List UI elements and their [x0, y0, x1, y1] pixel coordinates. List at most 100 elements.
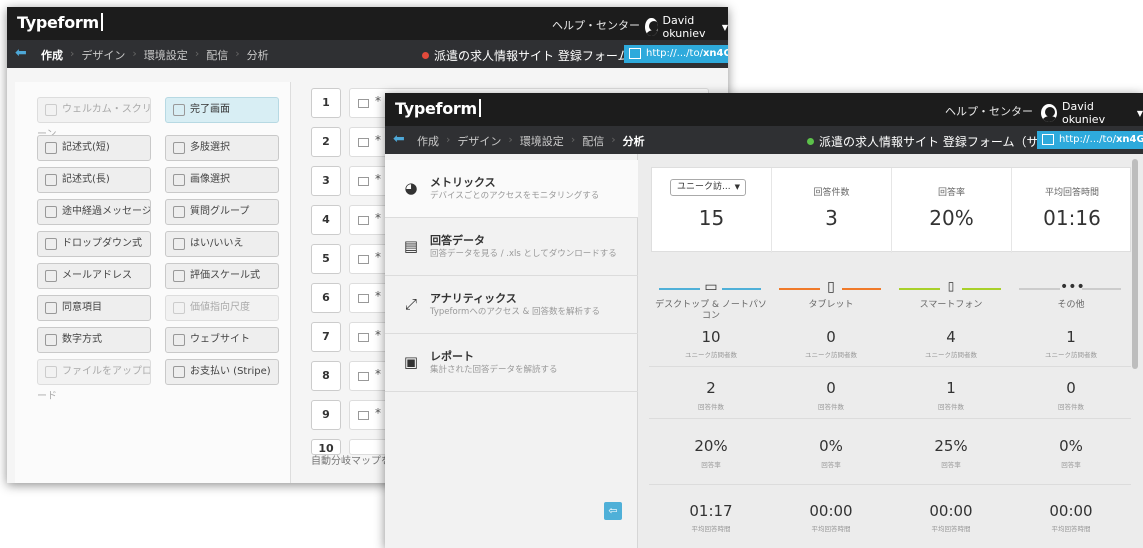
crumb-settings[interactable]: 環境設定 [520, 133, 564, 149]
stat-label: 回答件数 [938, 403, 964, 411]
stat-label: ユニーク訪問者数 [925, 351, 977, 359]
help-center-link[interactable]: ヘルプ・センター [945, 103, 1033, 119]
question-type-welcome[interactable]: ウェルカム・スクリ [37, 97, 151, 123]
summary-value: 01:16 [1043, 206, 1101, 230]
summary-unique-visitors: ユニーク訪... ▼ 15 [652, 168, 772, 253]
question-type-short-text[interactable]: 記述式(短) [37, 135, 151, 161]
back-arrow-icon[interactable]: ⬅ [15, 46, 29, 60]
question-type-question-group[interactable]: 質問グループ [165, 199, 279, 225]
metric-select[interactable]: ユニーク訪... ▼ [670, 179, 746, 196]
other-responses: 0 [1066, 379, 1076, 397]
question-number[interactable]: 7 [311, 322, 341, 352]
help-center-link[interactable]: ヘルプ・センター [552, 17, 640, 33]
question-type-dropdown[interactable]: ドロップダウン式 [37, 231, 151, 257]
sidebar-item-title: 回答データ [430, 234, 485, 247]
form-title: 派遣の求人情報サイト 登録フォーム（サ... [807, 133, 1050, 150]
user-menu[interactable]: David okuniev ▼ [1041, 100, 1143, 126]
question-type-email[interactable]: メールアドレス [37, 263, 151, 289]
question-number[interactable]: 6 [311, 283, 341, 313]
form-title: 派遣の求人情報サイト 登録フォーム → [422, 47, 643, 64]
question-type-multiple-choice[interactable]: 多肢選択 [165, 135, 279, 161]
summary-label: 平均回答時間 [1044, 188, 1099, 198]
crumb-create[interactable]: 作成 [41, 47, 63, 63]
chevron-down-icon: ▼ [721, 22, 728, 32]
desktop-response-rate: 20% [694, 437, 728, 455]
form-url-button[interactable]: http://.../to/xn4GLT [1037, 131, 1143, 149]
summary-label: 回答率 [937, 188, 965, 198]
chevron-right-icon: › [194, 47, 200, 60]
typeform-logo[interactable]: Typeform [17, 13, 103, 32]
question-type-website[interactable]: ウェブサイト [165, 327, 279, 353]
sidebar-item-subtitle: 集計された回答データを解読する [430, 365, 558, 375]
sidebar-item-report[interactable]: ▣ レポート 集計された回答データを解読する [385, 334, 638, 392]
question-number[interactable]: 2 [311, 127, 341, 157]
question-type-thankyou[interactable]: 完了画面 [165, 97, 279, 123]
question-type-number[interactable]: 数字方式 [37, 327, 151, 353]
sidebar-item-title: レポート [430, 350, 474, 363]
device-name: タブレット [808, 300, 854, 310]
question-number[interactable]: 9 [311, 400, 341, 430]
question-number[interactable]: 3 [311, 166, 341, 196]
phone-responses: 1 [946, 379, 956, 397]
question-type-picture-choice[interactable]: 画像選択 [165, 167, 279, 193]
sidebar-item-responses[interactable]: ▤ 回答データ 回答データを見る / .xls としてダウンロードする [385, 218, 638, 276]
user-menu[interactable]: David okuniev ▼ [645, 14, 728, 40]
stat-label: 平均回答時間 [691, 525, 731, 533]
envelope-icon [358, 99, 369, 108]
crumb-distribute[interactable]: 配信 [206, 47, 228, 63]
crumb-design[interactable]: デザイン [457, 133, 501, 149]
divider [649, 484, 1131, 485]
crumb-distribute[interactable]: 配信 [582, 133, 604, 149]
back-arrow-icon[interactable]: ⬅ [393, 132, 407, 146]
breadcrumb: 作成 › デザイン › 環境設定 › 配信 › 分析 [41, 47, 269, 63]
avatar [645, 18, 658, 36]
chevron-down-icon: ▼ [734, 183, 740, 191]
question-type-opinion-scale[interactable]: 価値指向尺度 [165, 295, 279, 321]
summary-responses: 回答件数 3 [772, 168, 892, 253]
question-number[interactable]: 4 [311, 205, 341, 235]
divider [649, 366, 1131, 367]
crumb-settings[interactable]: 環境設定 [144, 47, 188, 63]
breadcrumb-bar: ⬅ 作成 › デザイン › 環境設定 › 配信 › 分析 派遣の求人情報サイト … [385, 126, 1143, 154]
question-number[interactable]: 8 [311, 361, 341, 391]
typeform-logo[interactable]: Typeform [395, 99, 481, 118]
breadcrumb: 作成 › デザイン › 環境設定 › 配信 › 分析 [417, 133, 645, 149]
form-url-button[interactable]: http://.../to/xn4GLT [624, 45, 728, 63]
stat-label: ユニーク訪問者数 [685, 351, 737, 359]
crumb-analyze[interactable]: 分析 [247, 47, 269, 63]
desktop-unique-visitors: 10 [701, 328, 721, 346]
phone-icon: ▯ [947, 279, 955, 293]
stat-label: 平均回答時間 [931, 525, 971, 533]
crumb-design[interactable]: デザイン [81, 47, 125, 63]
question-number[interactable]: 5 [311, 244, 341, 274]
breadcrumb-bar: ⬅ 作成 › デザイン › 環境設定 › 配信 › 分析 派遣の求人情報サイト … [7, 40, 728, 68]
clipboard-icon: ▤ [403, 237, 419, 255]
stat-label: 回答率 [941, 461, 961, 469]
question-type-legal[interactable]: 同意項目 [37, 295, 151, 321]
text-field-icon [358, 138, 369, 147]
stat-label: 回答件数 [818, 403, 844, 411]
summary-card: ユニーク訪... ▼ 15 回答件数 3 回答率 20% 平均回答時間 01:16 [651, 167, 1131, 253]
question-type-rating[interactable]: 評価スケール式 [165, 263, 279, 289]
stat-label: 回答率 [1061, 461, 1081, 469]
chevron-right-icon: › [235, 47, 240, 60]
chevron-right-icon: › [611, 133, 616, 146]
question-type-payment[interactable]: お支払い (Stripe) [165, 359, 279, 385]
question-number[interactable]: 1 [311, 88, 341, 118]
stat-label: 回答率 [701, 461, 721, 469]
question-type-statement[interactable]: 途中経過メッセージ [37, 199, 151, 225]
question-type-long-text[interactable]: 記述式(長) [37, 167, 151, 193]
scrollbar[interactable] [1132, 159, 1138, 369]
line-chart-icon: ⤢ [404, 295, 417, 313]
sidebar-item-metrics[interactable]: ◕ メトリックス デバイスごとのアクセスをモニタリングする [385, 160, 638, 218]
sidebar-item-analytics[interactable]: ⤢ アナリティックス Typeformへのアクセス & 回答数を解析する [385, 276, 638, 334]
crumb-create[interactable]: 作成 [417, 133, 439, 149]
more-icon: ••• [1060, 279, 1085, 295]
collapse-sidebar-button[interactable]: ⇦ [604, 502, 622, 520]
presentation-icon: ▣ [403, 353, 419, 371]
question-type-file-upload[interactable]: ファイルをアップロ [37, 359, 151, 385]
metrics-panel: ユニーク訪... ▼ 15 回答件数 3 回答率 20% 平均回答時間 01:16 [639, 154, 1143, 548]
summary-value: 15 [698, 206, 725, 230]
question-type-yes-no[interactable]: はい/いいえ [165, 231, 279, 257]
crumb-analyze[interactable]: 分析 [623, 133, 645, 149]
